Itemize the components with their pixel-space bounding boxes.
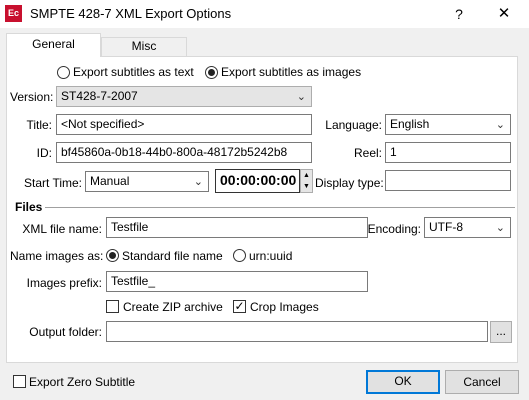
name-images-as-label: Name images as: [10, 249, 104, 263]
urn-uuid-label[interactable]: urn:uuid [249, 249, 292, 263]
start-time-mode-value: Manual [90, 174, 130, 188]
standard-file-name-radio[interactable] [106, 249, 119, 262]
export-as-text-label[interactable]: Export subtitles as text [73, 65, 194, 79]
version-value: ST428-7-2007 [61, 89, 138, 103]
export-as-images-radio[interactable] [205, 66, 218, 79]
encoding-value: UTF-8 [429, 220, 463, 234]
encoding-label: Encoding: [367, 222, 421, 236]
images-prefix-label: Images prefix: [26, 276, 102, 290]
tab-misc[interactable]: Misc [101, 37, 187, 56]
window-title: SMPTE 428-7 XML Export Options [30, 6, 232, 21]
urn-uuid-radio[interactable] [233, 249, 246, 262]
export-as-images-label[interactable]: Export subtitles as images [221, 65, 361, 79]
title-input[interactable]: <Not specified> [56, 114, 312, 135]
tab-general[interactable]: General [6, 33, 101, 57]
crop-images-label[interactable]: Crop Images [250, 300, 319, 314]
browse-folder-button[interactable]: ... [490, 321, 512, 343]
xml-file-name-input[interactable]: Testfile [106, 217, 368, 238]
files-divider [45, 207, 515, 208]
chevron-down-icon: ⌄ [495, 119, 505, 131]
id-input[interactable]: bf45860a-0b18-44b0-800a-48172b5242b8 [56, 142, 312, 163]
chevron-down-icon: ⌄ [495, 222, 505, 234]
id-label: ID: [36, 146, 52, 160]
close-icon[interactable]: ✕ [486, 0, 522, 28]
language-select[interactable]: English ⌄ [385, 114, 511, 135]
start-time-mode-select[interactable]: Manual ⌄ [85, 171, 209, 192]
language-label: Language: [325, 118, 382, 132]
timecode-spinner[interactable]: ▲ ▼ [300, 169, 313, 193]
output-folder-input[interactable] [106, 321, 488, 342]
help-icon[interactable]: ? [446, 0, 472, 28]
cancel-button[interactable]: Cancel [445, 370, 519, 394]
output-folder-label: Output folder: [29, 325, 102, 339]
encoding-select[interactable]: UTF-8 ⌄ [424, 217, 511, 238]
reel-input[interactable]: 1 [385, 142, 511, 163]
version-label: Version: [10, 90, 54, 104]
export-zero-subtitle-label[interactable]: Export Zero Subtitle [29, 375, 135, 389]
files-heading: Files [15, 200, 43, 214]
title-label: Title: [26, 118, 52, 132]
start-timecode-input[interactable]: 00:00:00:00 [215, 169, 300, 193]
start-time-label: Start Time: [23, 176, 82, 190]
app-icon: Ec [5, 5, 22, 22]
export-as-text-radio[interactable] [57, 66, 70, 79]
display-type-label: Display type: [315, 176, 384, 190]
create-zip-label[interactable]: Create ZIP archive [123, 300, 223, 314]
chevron-down-icon: ⌄ [193, 176, 203, 188]
display-type-input[interactable] [385, 170, 511, 191]
chevron-down-icon: ⌄ [296, 91, 306, 103]
ok-button[interactable]: OK [366, 370, 440, 394]
language-value: English [390, 117, 430, 131]
spin-down-icon[interactable]: ▼ [301, 181, 312, 192]
reel-label: Reel: [353, 146, 382, 160]
crop-images-checkbox[interactable]: ✓ [233, 300, 246, 313]
images-prefix-input[interactable]: Testfile_ [106, 271, 368, 292]
version-select[interactable]: ST428-7-2007 ⌄ [56, 86, 312, 107]
xml-file-name-label: XML file name: [22, 222, 102, 236]
spin-up-icon[interactable]: ▲ [301, 170, 312, 181]
standard-file-name-label[interactable]: Standard file name [122, 249, 223, 263]
export-zero-subtitle-checkbox[interactable] [13, 375, 26, 388]
create-zip-checkbox[interactable] [106, 300, 119, 313]
